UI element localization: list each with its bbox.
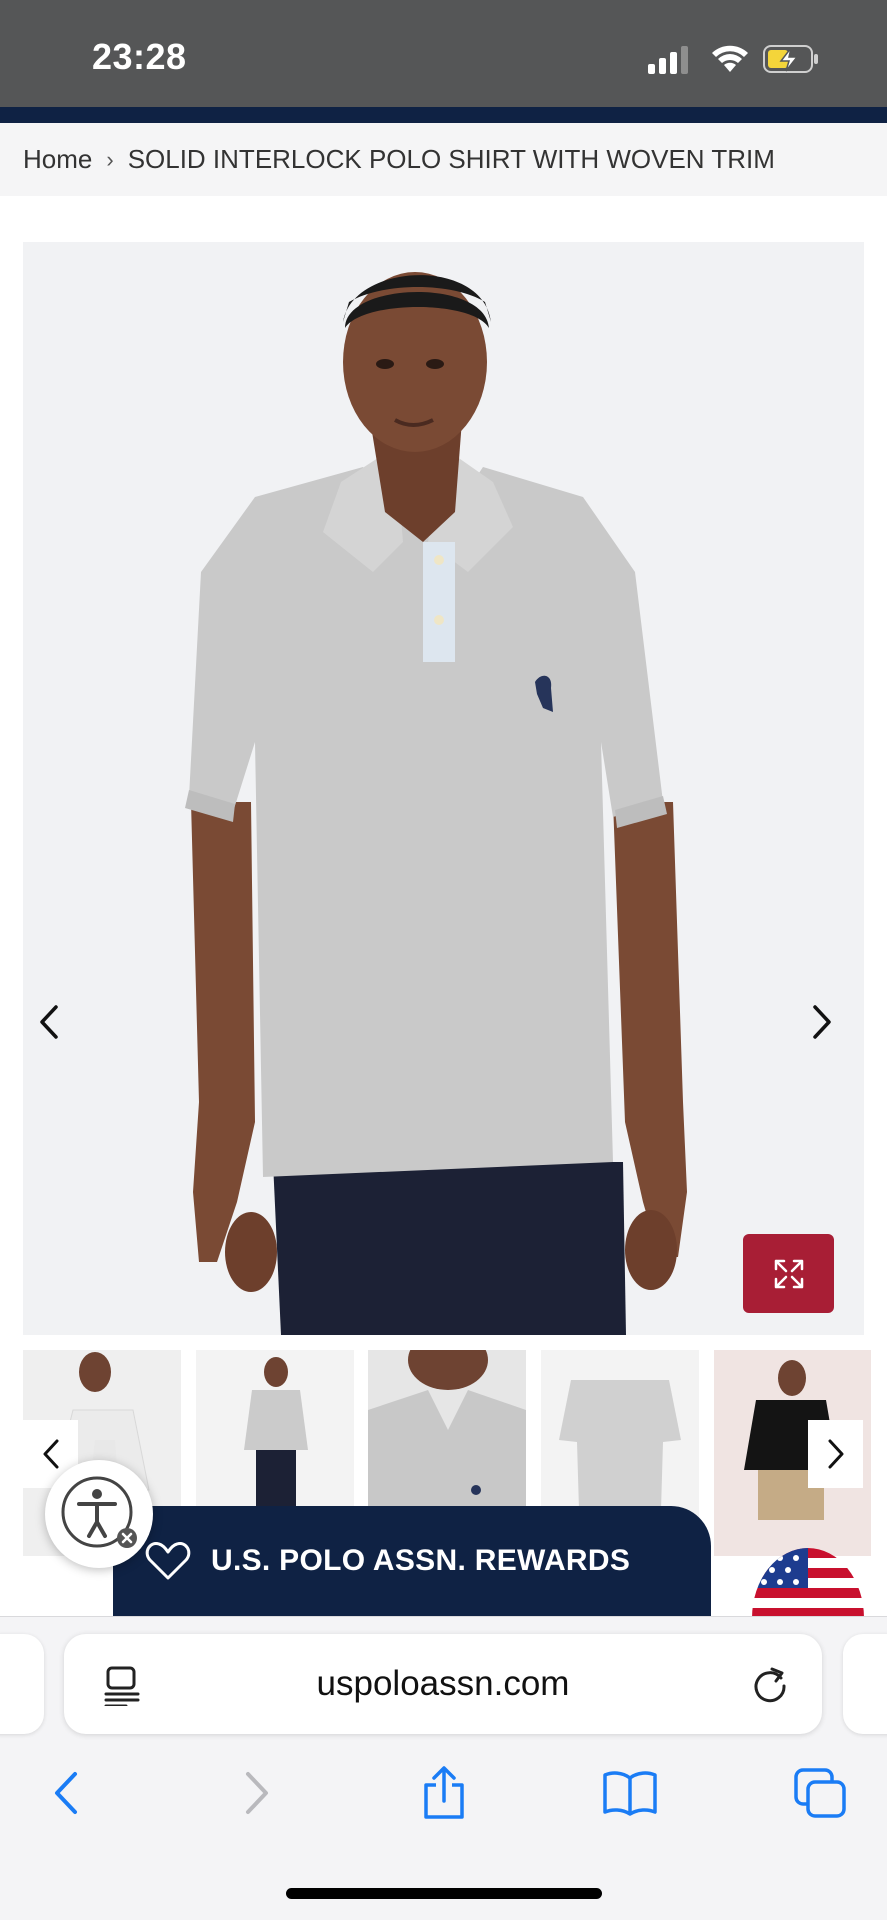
chevron-left-icon [40, 1005, 58, 1039]
cellular-signal-icon [648, 44, 692, 74]
breadcrumb-home-link[interactable]: Home [23, 144, 92, 175]
header-brand-strip [0, 107, 887, 123]
share-icon [424, 1766, 464, 1819]
share-button[interactable] [414, 1765, 474, 1821]
home-indicator [286, 1888, 602, 1899]
expand-icon [774, 1259, 803, 1288]
us-flag-graphic [752, 1548, 864, 1618]
tabs-icon [794, 1768, 846, 1818]
back-button[interactable] [36, 1765, 96, 1821]
model-photo [185, 272, 687, 1335]
bookmarks-icon [603, 1771, 657, 1816]
heart-icon [145, 1542, 191, 1580]
status-bar: 23:28 [0, 0, 887, 107]
forward-icon [246, 1772, 268, 1814]
next-tab-preview[interactable] [843, 1634, 887, 1734]
wifi-icon [712, 45, 748, 72]
address-bar[interactable]: uspoloassn.com [64, 1634, 822, 1734]
country-flag-icon[interactable] [752, 1548, 864, 1618]
breadcrumb-current: SOLID INTERLOCK POLO SHIRT WITH WOVEN TR… [127, 144, 775, 174]
tabs-button[interactable] [790, 1765, 850, 1821]
status-time: 23:28 [92, 36, 187, 77]
back-icon [55, 1772, 77, 1814]
breadcrumb-separator: › [106, 146, 114, 172]
chevron-left-icon [43, 1439, 58, 1469]
accessibility-icon [61, 1476, 137, 1548]
forward-button[interactable] [227, 1765, 287, 1821]
reload-icon[interactable] [750, 1664, 790, 1704]
gallery-prev-button[interactable] [37, 1004, 77, 1054]
url-text: uspoloassn.com [316, 1664, 570, 1703]
gallery-next-button[interactable] [810, 1004, 850, 1054]
product-page: 23:28 Home › SOLID INTERLOCK POLO SHIRT … [0, 0, 887, 1920]
breadcrumb: Home › SOLID INTERLOCK POLO SHIRT WITH W… [0, 123, 887, 196]
battery-charging-icon [763, 45, 818, 73]
rewards-label: U.S. POLO ASSN. REWARDS [211, 1544, 631, 1577]
bookmarks-button[interactable] [600, 1765, 660, 1821]
chevron-right-icon [828, 1439, 843, 1469]
thumbnail-next-button[interactable] [808, 1420, 863, 1488]
rewards-banner[interactable]: U.S. POLO ASSN. REWARDS [113, 1506, 711, 1616]
previous-tab-preview[interactable] [0, 1634, 44, 1734]
product-main-image[interactable] [23, 242, 864, 1335]
accessibility-button[interactable] [45, 1460, 153, 1568]
expand-image-button[interactable] [743, 1234, 834, 1313]
chevron-right-icon [813, 1005, 831, 1039]
